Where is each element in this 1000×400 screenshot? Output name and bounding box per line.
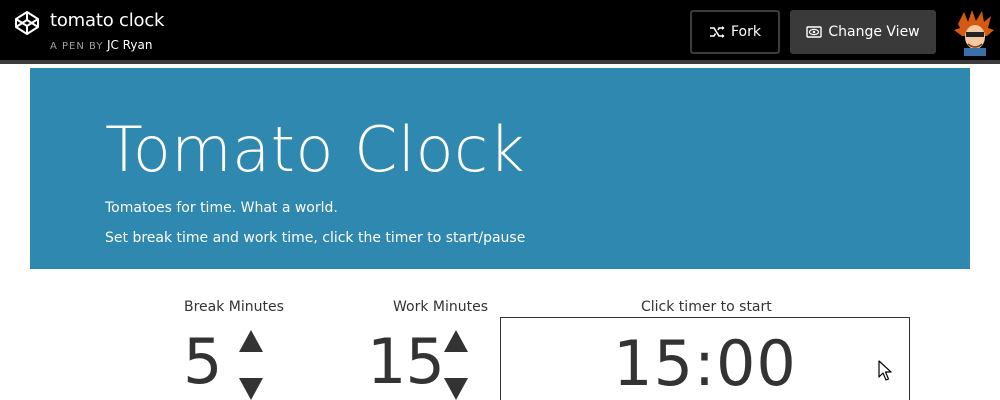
pen-byline: A PEN BY JC Ryan — [50, 38, 152, 54]
pen-title[interactable]: tomato clock — [50, 10, 164, 32]
change-view-label: Change View — [828, 24, 920, 40]
break-minutes-value: 5 — [183, 325, 222, 398]
arrow-down-icon[interactable] — [239, 378, 263, 400]
break-minutes-label: Break Minutes — [184, 299, 284, 315]
author-link[interactable]: JC Ryan — [107, 38, 152, 52]
fork-icon — [710, 26, 725, 38]
fork-label: Fork — [731, 24, 761, 40]
fork-button[interactable]: Fork — [690, 10, 780, 54]
user-avatar[interactable] — [954, 10, 994, 56]
timer-hint-label: Click timer to start — [641, 299, 772, 315]
work-minutes-value: 15 — [367, 325, 445, 398]
timer-display: 15:00 — [613, 327, 797, 400]
timer-button[interactable]: 15:00 — [500, 317, 910, 400]
codepen-header: tomato clock A PEN BY JC Ryan Fork Chang… — [0, 0, 1000, 64]
change-view-button[interactable]: Change View — [790, 10, 936, 54]
arrow-down-icon[interactable] — [444, 378, 468, 400]
arrow-up-icon[interactable] — [444, 330, 468, 352]
page-title: Tomato Clock — [105, 113, 526, 186]
eye-icon — [806, 26, 823, 38]
hero-instructions: Set break time and work time, click the … — [105, 230, 526, 246]
mouse-pointer-icon — [878, 360, 892, 381]
byline-prefix: A PEN BY — [50, 41, 104, 52]
hero-banner: Tomato Clock Tomatoes for time. What a w… — [30, 68, 970, 269]
arrow-up-icon[interactable] — [239, 330, 263, 352]
hero-tagline: Tomatoes for time. What a world. — [105, 200, 338, 216]
codepen-logo-icon[interactable] — [14, 10, 40, 36]
work-minutes-label: Work Minutes — [393, 299, 489, 315]
